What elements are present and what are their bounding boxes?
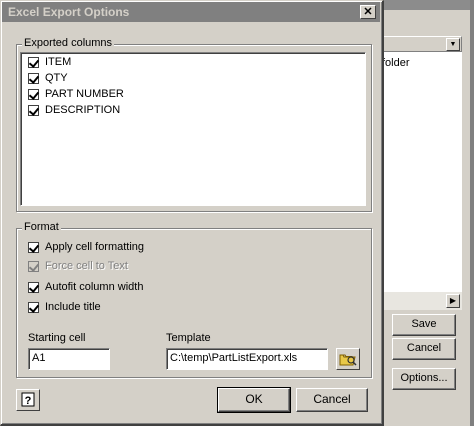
column-item-label: ITEM — [45, 56, 72, 68]
svg-text:?: ? — [25, 395, 32, 407]
checkbox-icon[interactable] — [28, 72, 39, 84]
apply-cell-formatting-checkbox[interactable]: Apply cell formatting — [28, 240, 144, 254]
checkbox-icon[interactable] — [28, 281, 39, 293]
exported-columns-label: Exported columns — [22, 37, 115, 49]
dialog-title: Excel Export Options — [2, 2, 380, 22]
starting-cell-input[interactable]: A1 — [28, 348, 110, 370]
autofit-column-width-checkbox[interactable]: Autofit column width — [28, 280, 143, 294]
help-button[interactable]: ? — [16, 389, 40, 411]
background-options-button[interactable]: Options... — [392, 368, 456, 390]
checkbox-icon[interactable] — [28, 104, 39, 116]
column-item-item[interactable]: ITEM — [28, 55, 71, 71]
cancel-button[interactable]: Cancel — [296, 388, 368, 412]
starting-cell-label: Starting cell — [28, 332, 86, 344]
column-item-description[interactable]: DESCRIPTION — [28, 103, 120, 119]
column-item-qty[interactable]: QTY — [28, 71, 68, 87]
background-title-bar — [380, 0, 474, 10]
column-item-label: DESCRIPTION — [45, 104, 121, 116]
background-list[interactable] — [376, 36, 462, 310]
force-cell-to-text-label: Force cell to Text — [45, 260, 128, 272]
browse-template-button[interactable] — [336, 348, 360, 370]
checkbox-icon[interactable] — [28, 56, 39, 68]
include-title-checkbox[interactable]: Include title — [28, 300, 101, 314]
help-icon: ? — [21, 392, 35, 407]
checkbox-icon[interactable] — [28, 88, 39, 100]
column-item-part-number[interactable]: PART NUMBER — [28, 87, 124, 103]
checkbox-icon — [28, 260, 39, 272]
column-item-label: QTY — [45, 72, 68, 84]
close-icon[interactable]: ✕ — [360, 5, 376, 19]
folder-open-icon — [339, 354, 357, 366]
format-label: Format — [22, 221, 61, 233]
include-title-label: Include title — [45, 301, 101, 313]
background-window-border — [470, 0, 474, 426]
exported-columns-list[interactable] — [20, 52, 366, 206]
column-item-label: PART NUMBER — [45, 88, 124, 100]
background-save-button[interactable]: Save — [392, 314, 456, 336]
scroll-right-icon[interactable]: ▶ — [446, 294, 460, 308]
background-list-item[interactable]: folder — [382, 57, 410, 69]
chevron-down-icon[interactable]: ▼ — [446, 38, 460, 51]
autofit-column-width-label: Autofit column width — [45, 281, 144, 293]
force-cell-to-text-checkbox: Force cell to Text — [28, 259, 128, 273]
checkbox-icon[interactable] — [28, 241, 39, 253]
background-cancel-button[interactable]: Cancel — [392, 338, 456, 360]
apply-cell-formatting-label: Apply cell formatting — [45, 241, 145, 253]
template-label: Template — [166, 332, 211, 344]
ok-button[interactable]: OK — [217, 387, 291, 413]
checkbox-icon[interactable] — [28, 301, 39, 313]
template-path-input[interactable]: C:\temp\PartListExport.xls — [166, 348, 328, 370]
